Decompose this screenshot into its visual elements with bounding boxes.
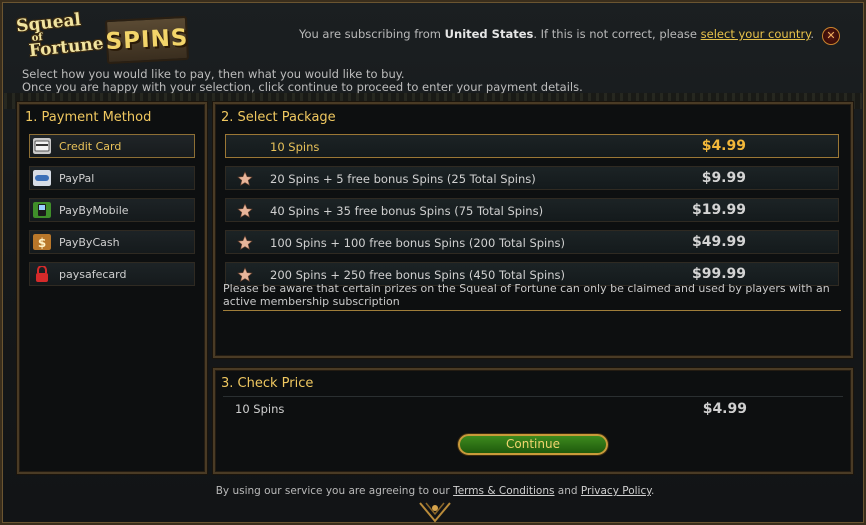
star-icon	[237, 171, 253, 186]
check-price-item: 10 Spins	[235, 402, 285, 416]
package-price: $19.99	[691, 202, 746, 218]
package-price: $9.99	[701, 170, 746, 186]
subscribe-country: United States	[444, 27, 534, 41]
membership-notice: Please be aware that certain prizes on t…	[223, 282, 830, 308]
svg-text:$: $	[38, 236, 46, 250]
logo-spins-sign: SPINS	[104, 15, 190, 65]
package-price: $49.99	[691, 234, 746, 250]
logo-squeal-text: Squeal of Fortune	[15, 9, 105, 62]
payment-option-credit-card[interactable]: Credit Card	[29, 134, 195, 158]
close-icon[interactable]: ✕	[822, 27, 840, 45]
subscribe-country-text: You are subscribing from United States. …	[298, 27, 814, 41]
select-country-link[interactable]: select your country	[701, 27, 811, 41]
mobile-phone-icon	[33, 202, 51, 218]
package-option[interactable]: 40 Spins + 35 free bonus Spins (75 Total…	[225, 198, 839, 222]
payment-option-paypal[interactable]: PayPal	[29, 166, 195, 190]
purchase-dialog: Squeal of Fortune SPINS You are subscrib…	[0, 0, 866, 525]
squeal-of-fortune-logo: Squeal of Fortune SPINS	[14, 10, 190, 66]
package-price: $99.99	[691, 266, 746, 282]
select-package-title: 2. Select Package	[221, 110, 336, 125]
check-price-panel: 3. Check Price 10 Spins $4.99	[213, 368, 853, 474]
footer-legal-text: By using our service you are agreeing to…	[215, 485, 655, 497]
check-price-total: $4.99	[702, 401, 747, 417]
star-icon	[237, 267, 253, 282]
notice-divider	[223, 310, 841, 311]
continue-button[interactable]: Continue	[458, 434, 608, 455]
payment-method-panel: 1. Payment Method Credit Card PayPal Pay…	[17, 102, 207, 474]
package-price: $4.99	[701, 138, 746, 154]
instructions: Select how you would like to pay, then w…	[22, 67, 583, 94]
credit-card-icon	[33, 138, 51, 154]
padlock-icon	[36, 266, 48, 282]
paypal-icon	[33, 170, 51, 186]
bottom-emblem-icon	[419, 502, 451, 523]
payment-option-paysafecard[interactable]: paysafecard	[29, 262, 195, 286]
package-option[interactable]: 10 Spins $4.99	[225, 134, 839, 158]
terms-conditions-link[interactable]: Terms & Conditions	[453, 485, 554, 497]
cash-icon: $	[33, 234, 51, 250]
select-package-panel: 2. Select Package 10 Spins $4.99 20 Spin…	[213, 102, 853, 358]
star-icon	[237, 235, 253, 250]
privacy-policy-link[interactable]: Privacy Policy	[581, 485, 651, 497]
check-price-title: 3. Check Price	[221, 376, 314, 391]
payment-method-title: 1. Payment Method	[25, 110, 152, 125]
star-icon	[237, 203, 253, 218]
package-option[interactable]: 100 Spins + 100 free bonus Spins (200 To…	[225, 230, 839, 254]
payment-option-paybycash[interactable]: $ PayByCash	[29, 230, 195, 254]
check-price-divider	[223, 396, 843, 397]
payment-option-paybymobile[interactable]: PayByMobile	[29, 198, 195, 222]
package-option[interactable]: 20 Spins + 5 free bonus Spins (25 Total …	[225, 166, 839, 190]
